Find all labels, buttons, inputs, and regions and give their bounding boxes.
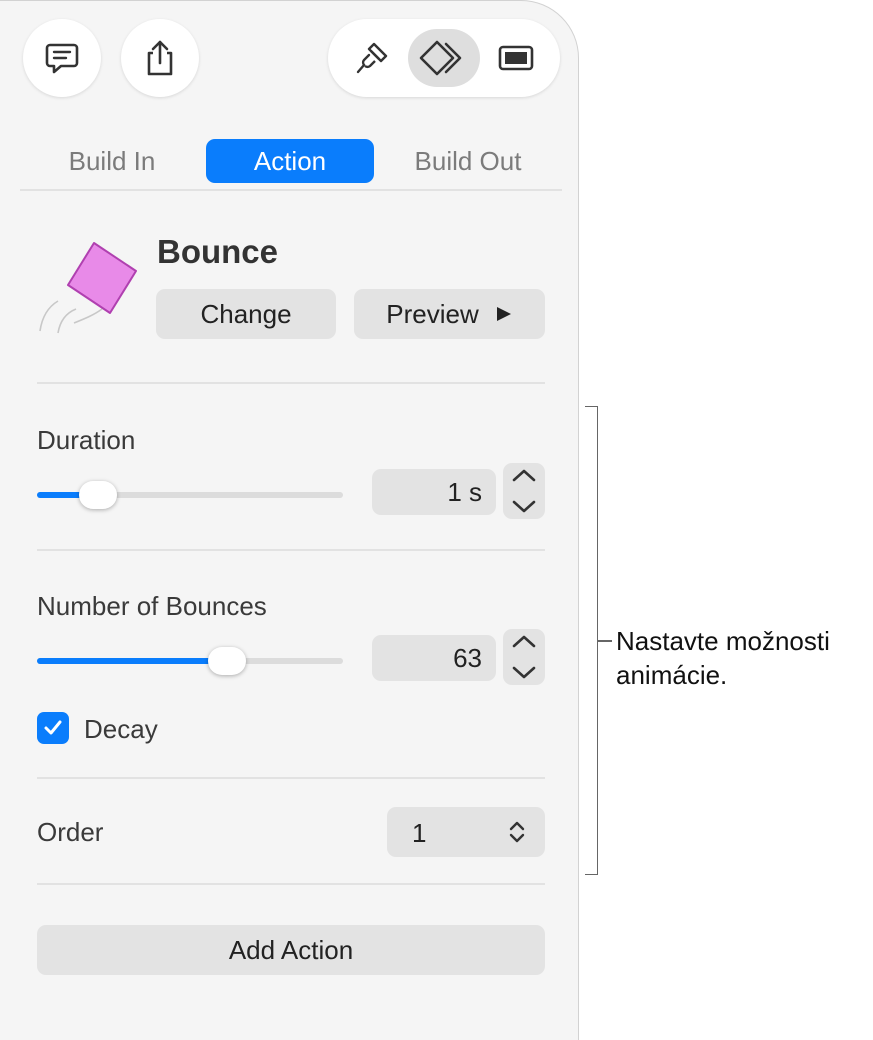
checkmark-icon <box>44 720 62 735</box>
decay-label: Decay <box>84 714 158 744</box>
order-popup-menu[interactable]: 1 <box>387 807 545 857</box>
effect-name: Bounce <box>157 233 279 270</box>
duration-divider <box>37 549 545 551</box>
comment-button[interactable] <box>23 19 101 97</box>
document-rectangle-icon <box>498 45 534 71</box>
inspector-mode-switcher <box>328 19 560 97</box>
share-icon <box>147 40 173 76</box>
format-button[interactable] <box>336 29 408 87</box>
change-button[interactable]: Change <box>156 289 336 339</box>
bounces-value-field[interactable]: 63 <box>372 635 496 681</box>
bounces-slider-fill <box>37 658 227 664</box>
bounces-slider-knob[interactable] <box>207 647 246 675</box>
tab-action[interactable]: Action <box>206 139 374 183</box>
duration-slider-knob[interactable] <box>79 481 118 509</box>
duration-stepper[interactable] <box>503 463 545 519</box>
animation-tabs: Build In Action Build Out <box>20 139 562 183</box>
duration-value-field[interactable]: 1 s <box>372 469 496 515</box>
preview-label: Preview <box>386 298 479 329</box>
chevron-up-down-icon <box>509 821 525 843</box>
callout-leader-line <box>598 640 612 642</box>
tab-build-out[interactable]: Build Out <box>378 139 558 183</box>
order-label: Order <box>37 817 104 847</box>
animate-inspector-panel: Build In Action Build Out Bounce Change … <box>0 0 579 1040</box>
tab-build-in[interactable]: Build In <box>20 139 204 183</box>
add-action-button[interactable]: Add Action <box>37 925 545 975</box>
decay-checkbox[interactable] <box>37 712 69 744</box>
bounces-slider[interactable] <box>37 658 343 664</box>
preview-button[interactable]: Preview <box>354 289 545 339</box>
bounces-stepper[interactable] <box>503 629 545 685</box>
callout-bracket <box>585 406 598 875</box>
animate-button[interactable] <box>408 29 480 87</box>
bounces-divider <box>37 777 545 779</box>
speech-bubble-icon <box>45 43 79 74</box>
chevron-up-down-icon <box>512 635 536 679</box>
bounces-label: Number of Bounces <box>37 591 267 621</box>
header-divider <box>37 382 545 384</box>
tabs-divider <box>20 189 562 191</box>
share-button[interactable] <box>121 19 199 97</box>
paintbrush-icon <box>356 42 388 74</box>
order-value: 1 <box>412 818 427 848</box>
order-divider <box>37 883 545 885</box>
bounce-diamond-icon <box>39 242 137 334</box>
duration-label: Duration <box>37 425 136 455</box>
play-triangle-icon <box>496 307 511 321</box>
animate-diamond-icon <box>419 40 462 76</box>
chevron-up-down-icon <box>512 469 536 513</box>
callout-text: Nastavte možnosti animácie. <box>616 626 830 690</box>
document-button[interactable] <box>480 29 552 87</box>
